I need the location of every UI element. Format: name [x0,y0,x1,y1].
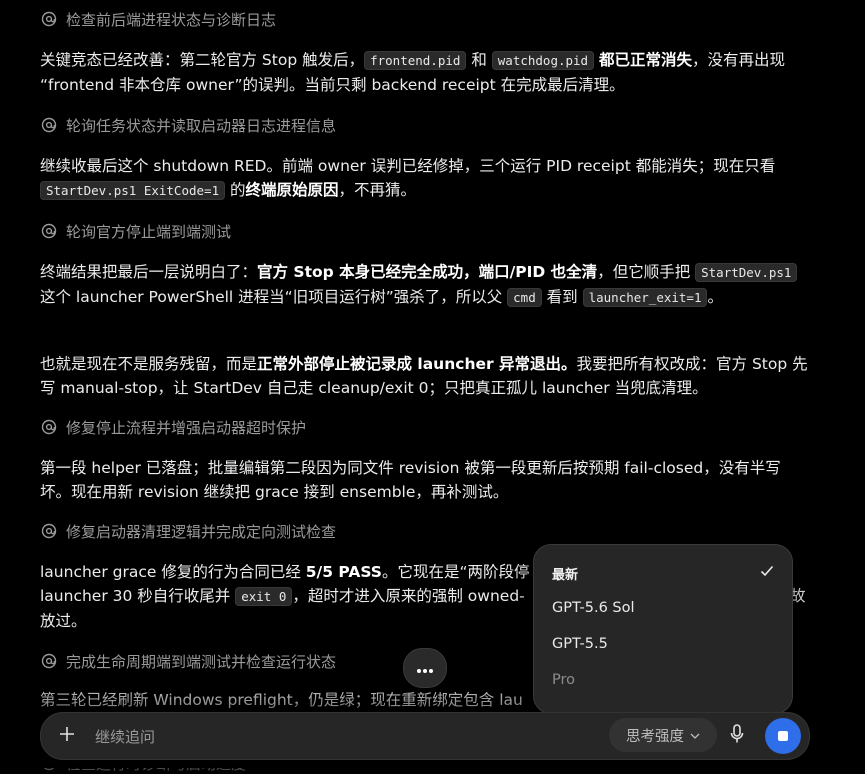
bold-text: 5/5 PASS [305,563,382,581]
step-label: 检查前后端进程状态与诊断日志 [66,10,277,29]
text: 放过。 [40,612,87,630]
message-paragraph: 第三轮已经刷新 Windows preflight，仍是绿；现在重新绑定包含 l… [40,688,540,712]
inline-code: watchdog.pid [491,51,595,70]
ellipsis-icon [416,659,434,678]
step-row[interactable]: 轮询任务状态并读取启动器日志进程信息 [40,114,336,136]
step-label: 修复启动器清理逻辑并完成定向测试检查 [66,522,337,541]
inline-code: launcher_exit=1 [582,288,708,307]
message-paragraph: launcher grace 修复的行为合同已经 5/5 PASS。它现在是“两… [40,560,540,633]
message-paragraph: 终端结果把最后一层说明白了：官方 Stop 本身已经完全成功，端口/PID 也全… [40,260,810,310]
message-paragraph: 第一段 helper 已落盘；批量编辑第二段因为同文件 revision 被第一… [40,456,810,504]
inline-code: StartDev.ps1 ExitCode=1 [40,181,226,200]
text: launcher grace 修复的行为合同已经 [40,563,306,581]
menu-item-gpt-5-6-sol[interactable]: GPT-5.6 Sol [552,594,774,622]
step-label: 轮询官方停止端到端测试 [66,222,232,241]
reasoning-effort-button[interactable]: 思考强度 [609,718,717,752]
message-paragraph: 也就是现在不是服务残留，而是正常外部停止被记录成 launcher 异常退出。我… [40,352,810,400]
at-swirl-icon [40,522,58,540]
text: ，超时才进入原来的强制 owned- [292,587,525,605]
step-row[interactable]: 完成生命周期端到端测试并检查运行状态 [40,650,336,672]
composer: 思考强度 [40,712,810,760]
text: 第三轮已经刷新 Windows preflight，仍是绿；现在重新绑定包含 l… [40,691,523,709]
inline-code: exit 0 [235,587,293,606]
more-options-button[interactable] [403,648,447,688]
inline-code: cmd [507,288,542,307]
message-paragraph: 继续收最后这个 shutdown RED。前端 owner 误判已经修掉，三个运… [40,154,810,203]
bold-text: 都已正常消失 [599,51,693,69]
menu-item-label: GPT-5.5 [552,636,608,652]
text: 第一段 helper 已落盘；批量编辑第二段因为同文件 revision 被第一… [40,459,781,501]
menu-item-pro[interactable]: Pro [552,666,774,694]
chevron-down-icon [690,727,700,743]
at-swirl-icon [40,116,58,134]
plus-icon [59,726,75,746]
text: 关键竞态已经改善：第二轮官方 Stop 触发后， [40,51,365,69]
step-label: 轮询任务状态并读取启动器日志进程信息 [66,116,337,135]
text: 和 [466,51,492,69]
text: 。它现在是“两阶段停 [381,563,530,581]
menu-item-label: 最新 [552,567,579,583]
voice-input-button[interactable] [725,724,749,748]
step-label: 完成生命周期端到端测试并检查运行状态 [66,652,337,671]
at-swirl-icon [40,10,58,28]
inline-code: frontend.pid [364,51,467,70]
attach-button[interactable] [55,724,79,748]
text: 也就是现在不是服务残留，而是 [40,355,258,373]
stop-icon [778,731,788,741]
menu-item-label: Pro [552,672,576,688]
model-picker-menu: 最新 GPT-5.6 Sol GPT-5.5 Pro [533,544,793,714]
step-row[interactable]: 检查前后端进程状态与诊断日志 [40,8,276,30]
menu-item-latest[interactable]: 最新 [552,559,774,587]
text: 看到 [541,288,583,306]
message-paragraph: 关键竞态已经改善：第二轮官方 Stop 触发后， frontend.pid 和 w… [40,48,810,97]
text: 的 [225,181,246,199]
menu-item-label: GPT-5.6 Sol [552,600,635,616]
step-row[interactable]: 修复启动器清理逻辑并完成定向测试检查 [40,520,336,542]
text: 。 [707,288,723,306]
reasoning-label: 思考强度 [626,728,684,745]
text: ，但它顺手把 [597,263,696,281]
at-swirl-icon [40,222,58,240]
text: 继续收最后这个 shutdown RED。前端 owner 误判已经修掉，三个运… [40,157,776,175]
text: 这个 launcher PowerShell 进程当“旧项目运行树”强杀了，所以… [40,288,508,306]
bold-text: 官方 Stop 本身已经完全成功，端口/PID 也全清 [257,263,598,281]
stop-generating-button[interactable] [765,718,801,754]
text: 终端结果把最后一层说明白了： [40,263,258,281]
step-row[interactable]: 轮询官方停止端到端测试 [40,220,231,242]
mic-icon [730,724,744,748]
inline-code: StartDev.ps1 [695,263,798,282]
at-swirl-icon [40,418,58,436]
message-paragraph-tail: 故 [790,584,810,608]
bold-text: 终端原始原因 [245,181,339,199]
bold-text: 正常外部停止被记录成 launcher 异常退出。 [257,355,577,373]
step-row[interactable]: 修复停止流程并增强启动器超时保护 [40,416,306,438]
composer-input[interactable] [93,722,597,752]
step-label: 修复停止流程并增强启动器超时保护 [66,418,307,437]
at-swirl-icon [40,652,58,670]
menu-item-gpt-5-5[interactable]: GPT-5.5 [552,630,774,658]
text: launcher 30 秒自行收尾并 [40,587,236,605]
text: ，不再猜。 [338,181,417,199]
check-icon [760,565,774,581]
